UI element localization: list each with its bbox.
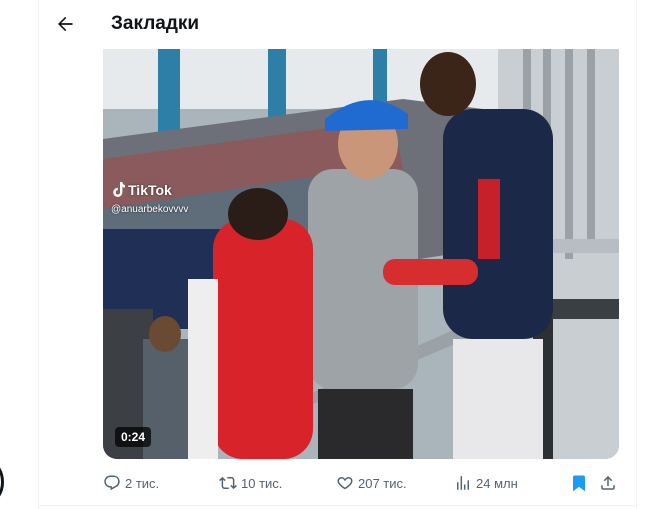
tiktok-watermark: TikTok — [111, 182, 172, 198]
tweet-video[interactable]: TikTok @anuarbekovvvv 0:24 — [103, 49, 619, 459]
tweet-action-bar: 2 тис. 10 тис. 207 тис. 24 млн — [103, 472, 623, 494]
reply-icon — [104, 475, 120, 491]
video-duration-badge: 0:24 — [115, 427, 152, 447]
reply-button[interactable]: 2 тис. — [103, 472, 159, 494]
cropped-circle-button[interactable] — [0, 462, 4, 502]
bookmarks-page: Закладки TikTok @anuarbekovvvv 0:24 2 ти… — [0, 0, 647, 509]
like-count: 207 тис. — [358, 475, 407, 491]
repost-count: 10 тис. — [241, 475, 283, 491]
tiktok-handle: @anuarbekovvvv — [111, 204, 189, 215]
bookmark-icon — [573, 475, 585, 492]
page-title: Закладки — [111, 13, 200, 34]
repost-button[interactable]: 10 тис. — [219, 472, 282, 494]
tiktok-logo-icon — [113, 182, 125, 197]
reply-count: 2 тис. — [125, 475, 160, 491]
page-header: Закладки — [39, 0, 636, 48]
like-button[interactable]: 207 тис. — [336, 472, 407, 494]
column-divider-left — [38, 0, 39, 509]
tiktok-brand-text: TikTok — [128, 182, 172, 198]
column-divider-right — [636, 0, 637, 509]
bookmark-button[interactable] — [570, 472, 588, 494]
views-icon — [457, 476, 469, 490]
tweet-divider — [39, 505, 636, 506]
repost-icon — [219, 476, 237, 490]
back-arrow-icon — [58, 16, 73, 32]
back-button[interactable] — [49, 8, 81, 40]
share-button[interactable] — [599, 472, 617, 494]
video-frame — [103, 49, 619, 459]
views-count: 24 млн — [476, 475, 518, 491]
views-button[interactable]: 24 млн — [454, 472, 518, 494]
like-icon — [337, 477, 353, 490]
share-icon — [601, 475, 615, 490]
